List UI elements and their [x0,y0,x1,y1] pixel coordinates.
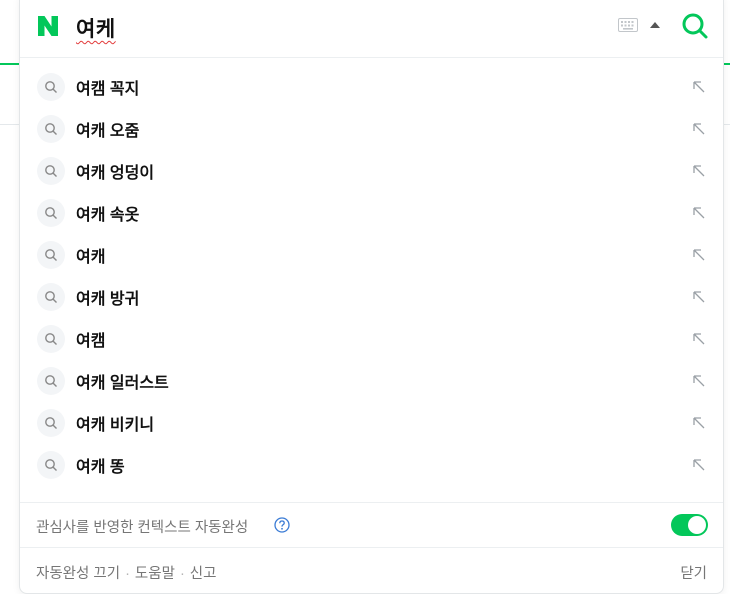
context-autocomplete-toggle[interactable] [671,514,708,536]
suggestion-item[interactable]: 여캠 꼭지 [20,66,723,108]
separator-dot: · [179,566,185,582]
arrow-up-left-icon[interactable] [691,121,707,137]
suggestion-item[interactable]: 여캐 일러스트 [20,360,723,402]
report-link[interactable]: 신고 [190,566,217,582]
separator-dot: · [125,566,130,582]
suggestion-item[interactable]: 여캐 속옷 [20,192,723,234]
suggestion-item[interactable]: 여캐 오줌 [20,108,723,150]
arrow-up-left-icon[interactable] [691,205,707,221]
suggestion-search-icon [37,367,65,395]
suggestion-label: 여캐 비키니 [76,417,155,434]
arrow-up-left-icon[interactable] [691,163,707,179]
arrow-up-left-icon[interactable] [691,331,707,347]
arrow-up-left-icon[interactable] [691,247,707,263]
suggestion-label: 여캠 [76,333,106,350]
search-input[interactable]: 여케 [76,13,116,43]
context-autocomplete-row: 관심사를 반영한 컨텍스트 자동완성 [20,502,723,547]
arrow-up-left-icon[interactable] [691,415,707,431]
suggestion-search-icon [37,199,65,227]
help-icon[interactable] [274,517,290,533]
suggestion-item[interactable]: 여캐 비키니 [20,402,723,444]
help-link[interactable]: 도움말 [135,566,175,582]
suggestion-search-icon [37,73,65,101]
suggestion-search-icon [37,241,65,269]
autocomplete-panel: 여케 여캠 꼭지 여캐 오줌 여캐 엉덩이 여캐 속옷 여캐 여캐 방귀 여캠 … [19,0,724,594]
suggestion-label: 여캐 똥 [76,459,125,476]
suggestion-search-icon [37,325,65,353]
suggestion-item[interactable]: 여캐 방귀 [20,276,723,318]
suggestion-label: 여캐 엉덩이 [76,165,155,182]
arrow-up-left-icon[interactable] [691,289,707,305]
suggestion-item[interactable]: 여캐 똥 [20,444,723,486]
arrow-up-left-icon[interactable] [691,79,707,95]
autocomplete-off-link[interactable]: 자동완성 끄기 [36,566,120,582]
suggestion-label: 여캐 속옷 [76,207,140,224]
arrow-up-left-icon[interactable] [691,373,707,389]
keyboard-icon[interactable] [618,18,638,32]
naver-logo-icon[interactable] [36,14,60,38]
suggestion-label: 여캐 방귀 [76,291,140,308]
search-icon[interactable] [680,11,710,41]
suggestion-label: 여캐 일러스트 [76,375,169,392]
suggestion-label: 여캐 오줌 [76,123,140,140]
suggestion-search-icon [37,115,65,143]
suggestion-search-icon [37,283,65,311]
suggestion-label: 여캐 [76,249,106,266]
suggestion-item[interactable]: 여캐 엉덩이 [20,150,723,192]
suggestion-item[interactable]: 여캐 [20,234,723,276]
suggestion-search-icon [37,451,65,479]
close-button[interactable]: 닫기 [680,562,707,583]
footer-links: 자동완성 끄기 · 도움말 · 신고 [36,562,216,583]
suggestion-search-icon [37,409,65,437]
context-autocomplete-label: 관심사를 반영한 컨텍스트 자동완성 [36,520,249,536]
search-bar: 여케 [20,1,723,58]
caret-up-icon[interactable] [650,22,660,28]
arrow-up-left-icon[interactable] [691,457,707,473]
suggestion-list: 여캠 꼭지 여캐 오줌 여캐 엉덩이 여캐 속옷 여캐 여캐 방귀 여캠 여캐 … [20,66,723,486]
suggestion-search-icon [37,157,65,185]
suggestion-item[interactable]: 여캠 [20,318,723,360]
suggestion-label: 여캠 꼭지 [76,81,140,98]
toggle-knob [688,516,706,534]
